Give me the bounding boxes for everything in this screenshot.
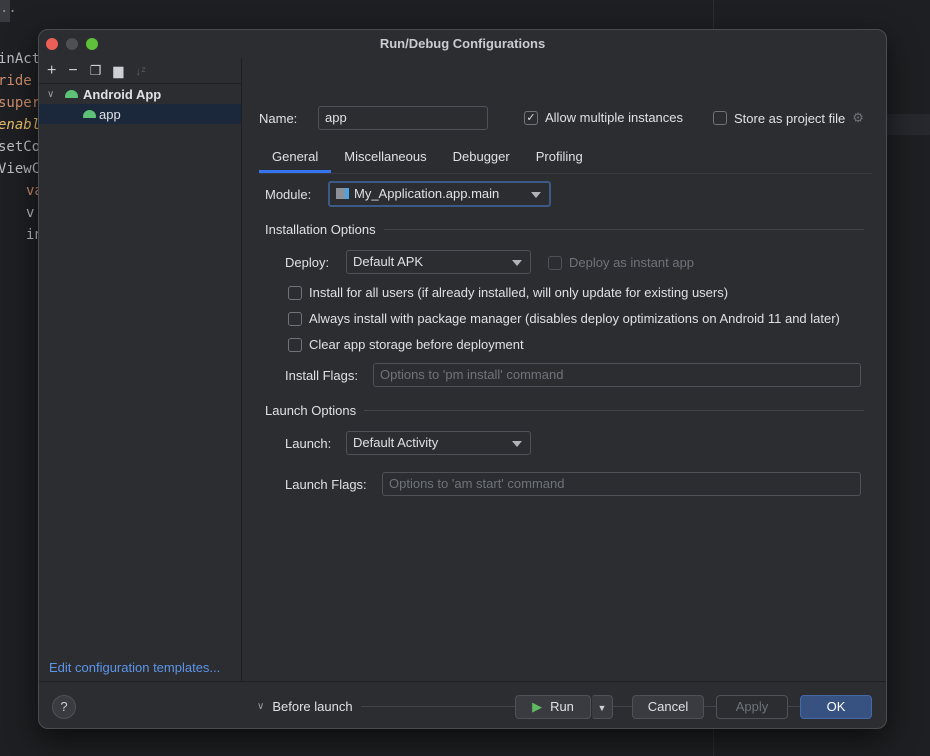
- launch-select[interactable]: Default Activity: [346, 431, 531, 455]
- launch-label: Launch:: [285, 436, 332, 451]
- dropdown-arrow-icon: ▼: [597, 703, 607, 713]
- tab-profiling[interactable]: Profiling: [523, 142, 596, 173]
- allow-multiple-checkbox[interactable]: ✓ Allow multiple instances: [524, 110, 683, 125]
- code-line: ride: [0, 73, 32, 89]
- module-select[interactable]: My_Application.app.main: [328, 181, 551, 207]
- checkbox-box: [288, 285, 302, 300]
- android-icon: [83, 110, 96, 118]
- code-line: inAct: [0, 51, 41, 67]
- tab-bar: General Miscellaneous Debugger Profiling: [259, 142, 872, 174]
- run-button[interactable]: ▶ Run: [515, 695, 591, 719]
- deploy-value: Default APK: [353, 254, 424, 269]
- checkbox-box: [548, 255, 562, 270]
- tree-group-android-app[interactable]: ∨ Android App: [39, 84, 241, 104]
- editor-ellipsis: ..: [0, 0, 17, 22]
- divider: [383, 229, 864, 230]
- launch-flags-label: Launch Flags:: [285, 477, 367, 492]
- section-title: Launch Options: [265, 403, 357, 418]
- checkbox-label: Always install with package manager (dis…: [309, 311, 840, 326]
- dropdown-arrow-icon: [512, 260, 522, 266]
- module-folder-icon: [336, 188, 349, 199]
- checkbox-label: Clear app storage before deployment: [309, 337, 524, 352]
- dropdown-arrow-icon: [531, 192, 541, 198]
- help-button[interactable]: ?: [52, 695, 76, 719]
- remove-icon[interactable]: −: [68, 62, 77, 80]
- tab-miscellaneous[interactable]: Miscellaneous: [331, 142, 439, 173]
- sort-icon[interactable]: ↓ᶻ: [135, 64, 145, 78]
- checkmark-icon: ✓: [524, 110, 538, 125]
- tree-item-label: app: [99, 106, 121, 122]
- run-icon: ▶: [532, 699, 543, 714]
- install-flags-input[interactable]: Options to 'pm install' command: [373, 363, 861, 387]
- package-manager-checkbox[interactable]: Always install with package manager (dis…: [288, 311, 840, 326]
- chevron-down-icon[interactable]: ∨: [47, 89, 65, 100]
- clear-storage-checkbox[interactable]: Clear app storage before deployment: [288, 337, 524, 352]
- checkbox-box: [288, 337, 302, 352]
- new-folder-icon[interactable]: ▆: [113, 63, 123, 79]
- instant-app-label: Deploy as instant app: [569, 255, 695, 270]
- apply-button[interactable]: Apply: [716, 695, 788, 719]
- module-value: My_Application.app.main: [354, 186, 500, 201]
- tab-debugger[interactable]: Debugger: [440, 142, 523, 173]
- code-line: super: [0, 95, 41, 111]
- installation-options-section: Installation Options: [265, 222, 864, 237]
- allow-multiple-label: Allow multiple instances: [545, 110, 684, 125]
- store-project-checkbox[interactable]: Store as project file ⚙: [713, 110, 864, 126]
- dropdown-arrow-icon: [512, 441, 522, 447]
- edit-templates-link[interactable]: Edit configuration templates...: [49, 660, 220, 675]
- sidebar-toolbar: + − ❐ ▆ ↓ᶻ: [39, 58, 241, 84]
- section-title: Installation Options: [265, 222, 376, 237]
- run-debug-dialog: Run/Debug Configurations + − ❐ ▆ ↓ᶻ ∨ An…: [38, 29, 887, 729]
- launch-options-section: Launch Options: [265, 403, 864, 418]
- add-icon[interactable]: +: [47, 62, 56, 80]
- code-line: v: [26, 205, 35, 221]
- name-input[interactable]: app: [318, 106, 488, 130]
- sidebar: + − ❐ ▆ ↓ᶻ ∨ Android App app Edit config…: [39, 58, 242, 681]
- checkbox-label: Install for all users (if already instal…: [309, 285, 729, 300]
- name-label: Name:: [259, 111, 298, 126]
- cancel-button[interactable]: Cancel: [632, 695, 704, 719]
- gear-icon[interactable]: ⚙: [852, 110, 864, 126]
- ok-button[interactable]: OK: [800, 695, 872, 719]
- deploy-label: Deploy:: [285, 255, 330, 270]
- tree-item-app[interactable]: app: [39, 104, 241, 124]
- install-flags-label: Install Flags:: [285, 368, 358, 383]
- checkbox-box: [713, 111, 727, 125]
- instant-app-checkbox[interactable]: Deploy as instant app: [548, 255, 694, 270]
- store-project-label: Store as project file: [734, 110, 846, 126]
- install-all-users-checkbox[interactable]: Install for all users (if already instal…: [288, 285, 728, 300]
- run-label: Run: [550, 699, 574, 714]
- divider: [364, 410, 864, 411]
- launch-flags-input[interactable]: Options to 'am start' command: [382, 472, 861, 496]
- android-icon: [65, 90, 78, 98]
- deploy-select[interactable]: Default APK: [346, 250, 531, 274]
- dialog-title: Run/Debug Configurations: [379, 36, 546, 51]
- launch-value: Default Activity: [353, 435, 439, 450]
- checkbox-box: [288, 311, 302, 326]
- run-dropdown-button[interactable]: ▼: [591, 695, 613, 719]
- module-label: Module:: [265, 187, 312, 202]
- background-highlight: [886, 114, 930, 135]
- dialog-footer: ? ▶ Run ▼ Cancel Apply OK: [39, 681, 886, 728]
- tab-general[interactable]: General: [259, 142, 332, 173]
- copy-icon[interactable]: ❐: [90, 63, 102, 79]
- config-panel: Name: app ✓ Allow multiple instances Stor…: [243, 58, 886, 714]
- code-line: setCo: [0, 139, 41, 155]
- tree-group-label: Android App: [83, 86, 162, 102]
